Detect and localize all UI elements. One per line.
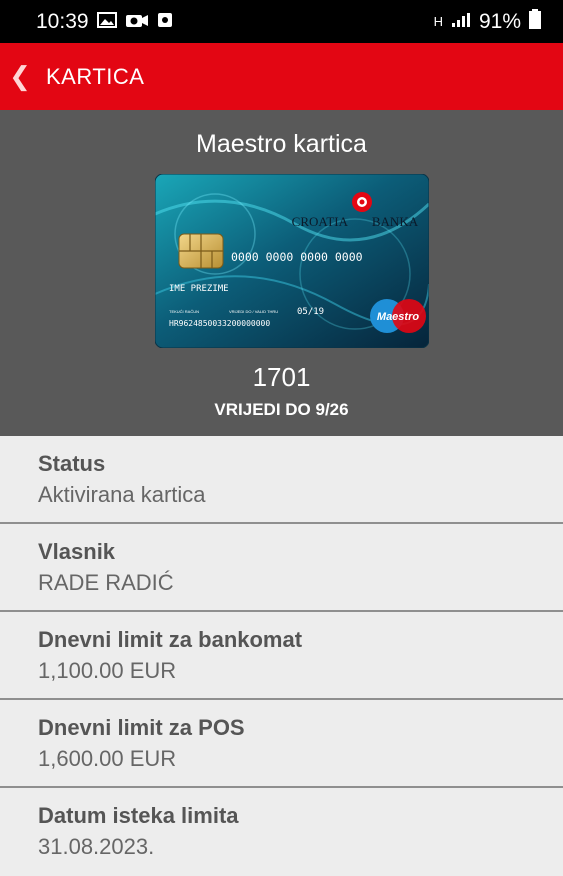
back-icon[interactable]: ❮ <box>0 43 40 110</box>
detail-row-pos-limit[interactable]: Dnevni limit za POS 1,600.00 EUR <box>0 700 563 788</box>
card-iban: HR9624850033200000000 <box>169 319 270 328</box>
notification-icon <box>157 10 173 34</box>
page-title: KARTICA <box>46 63 145 89</box>
detail-value: RADE RADIĆ <box>38 570 174 595</box>
detail-row-atm-limit[interactable]: Dnevni limit za bankomat 1,100.00 EUR <box>0 612 563 700</box>
card-type-title: Maestro kartica <box>196 130 367 158</box>
card-number: 0000 0000 0000 0000 <box>231 250 363 264</box>
clock: 10:39 <box>36 9 89 33</box>
detail-label: Dnevni limit za bankomat <box>38 627 303 652</box>
card-holder: IME PREZIME <box>169 284 229 294</box>
detail-value: 31.08.2023. <box>38 834 155 859</box>
detail-row-owner: Vlasnik RADE RADIĆ <box>0 524 563 612</box>
detail-label: Datum isteka limita <box>38 803 239 828</box>
account-label: TEKUĆI RAČUN <box>169 309 199 314</box>
detail-value: 1,600.00 EUR <box>38 746 177 771</box>
bank-name-left: CROATIA <box>292 214 349 229</box>
detail-value: Aktivirana kartica <box>38 482 206 507</box>
card-last-digits: 1701 <box>252 362 311 392</box>
network-type: H <box>433 14 443 29</box>
detail-label: Vlasnik <box>38 539 116 564</box>
gallery-icon <box>96 10 117 34</box>
maestro-logo-icon: Maestro <box>370 299 426 333</box>
status-bar: 10:39 H 91% <box>0 0 563 43</box>
brand-label: Maestro <box>377 311 419 323</box>
card-summary: Maestro kartica CROATIA BANKA 0000 0000 … <box>0 110 563 436</box>
app-bar: ❮ KARTICA <box>0 43 563 110</box>
screen: 10:39 H 91% ❮ KARTICA Maestro kartica CR… <box>0 0 563 876</box>
detail-label: Dnevni limit za POS <box>38 715 245 740</box>
bank-name-right: BANKA <box>372 214 419 229</box>
detail-value: 1,100.00 EUR <box>38 658 177 683</box>
detail-label: Status <box>38 451 106 476</box>
detail-row-limit-expiry: Datum isteka limita 31.08.2023. <box>0 788 563 876</box>
valid-thru-label: VRIJEDI DO / VALID THRU <box>229 309 278 314</box>
bank-logo-icon <box>352 192 372 212</box>
battery-icon <box>529 8 541 35</box>
battery-percent: 91% <box>478 9 521 33</box>
signal-icon <box>451 10 471 34</box>
camera-icon <box>125 10 149 34</box>
card-details-list: Status Aktivirana kartica Vlasnik RADE R… <box>0 436 563 876</box>
chip-icon <box>178 233 224 269</box>
card-expiry: VRIJEDI DO 9/26 <box>214 400 349 419</box>
valid-thru-date: 05/19 <box>297 307 324 317</box>
card-image[interactable]: CROATIA BANKA 0000 0000 0000 0000 IME PR… <box>155 174 429 348</box>
detail-row-status: Status Aktivirana kartica <box>0 436 563 524</box>
